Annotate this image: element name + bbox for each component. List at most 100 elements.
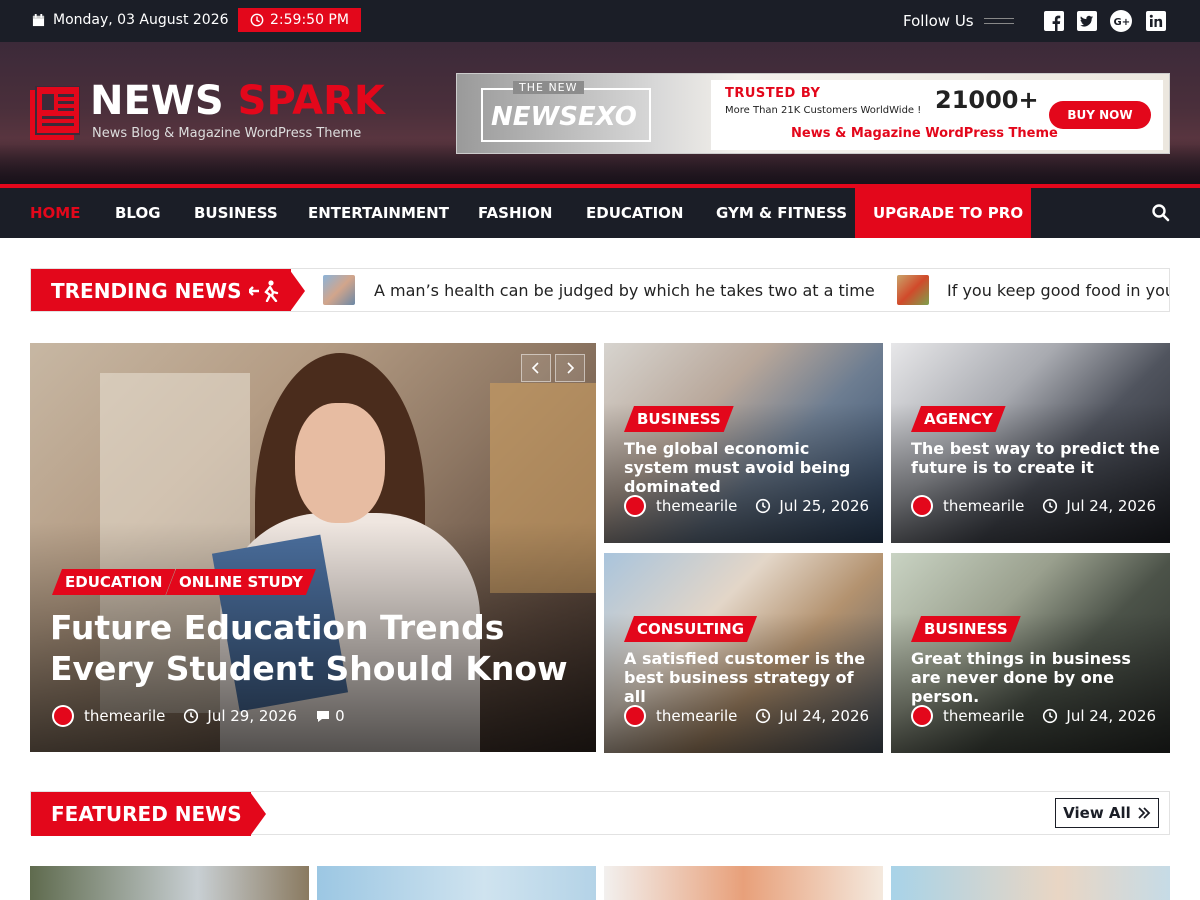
author-avatar[interactable]	[624, 495, 646, 517]
author-avatar[interactable]	[911, 495, 933, 517]
trending-item-1[interactable]: A man’s health can be judged by which he…	[374, 281, 875, 300]
current-date: Monday, 03 August 2026	[32, 12, 229, 28]
post-card-2[interactable]: AGENCY The best way to predict the futur…	[891, 343, 1170, 543]
clock-icon	[184, 708, 199, 724]
card-date[interactable]: Jul 24, 2026	[1066, 497, 1156, 515]
clock-icon	[1043, 498, 1058, 514]
site-header: NEWS SPARK News Blog & Magazine WordPres…	[0, 42, 1200, 188]
twitter-icon[interactable]	[1076, 10, 1098, 32]
trending-arrow	[289, 269, 305, 311]
slider-next-button[interactable]	[555, 354, 585, 382]
nav-item-gym-fitness[interactable]: GYM & FITNESS	[716, 188, 847, 238]
newspaper-logo-icon[interactable]	[30, 86, 80, 140]
nav-item-upgrade-pro[interactable]: UPGRADE TO PRO	[855, 188, 1031, 238]
site-tagline: News Blog & Magazine WordPress Theme	[92, 126, 362, 141]
slider-prev-button[interactable]	[521, 354, 551, 382]
hero-figure-face	[295, 403, 385, 523]
featured-label: FEATURED NEWS	[31, 792, 251, 836]
buy-now-button[interactable]: BUY NOW	[1049, 101, 1151, 129]
comment-icon	[317, 711, 330, 722]
card-author[interactable]: themearile	[943, 497, 1024, 515]
category-badge-education[interactable]: EDUCATION	[52, 569, 175, 595]
logo-word-news: NEWS	[90, 78, 224, 124]
hero-date[interactable]: Jul 29, 2026	[207, 707, 297, 725]
logo-word-spark: SPARK	[237, 78, 385, 124]
card-date[interactable]: Jul 24, 2026	[779, 707, 869, 725]
featured-news-header: FEATURED NEWS View All	[30, 791, 1170, 836]
card-meta: themearile Jul 24, 2026	[911, 705, 1156, 727]
hero-slide[interactable]: EDUCATION ONLINE STUDY Future Education …	[30, 343, 596, 752]
date-text: Monday, 03 August 2026	[53, 12, 229, 28]
trending-thumb-2[interactable]	[897, 275, 929, 305]
hero-author[interactable]: themearile	[84, 707, 165, 725]
facebook-icon[interactable]	[1043, 10, 1065, 32]
banner-trusted: TRUSTED BY	[725, 86, 821, 101]
post-card-1[interactable]: BUSINESS The global economic system must…	[604, 343, 883, 543]
clock-icon	[1043, 708, 1058, 724]
featured-image-4[interactable]	[891, 866, 1170, 900]
card-author[interactable]: themearile	[943, 707, 1024, 725]
author-avatar[interactable]	[911, 705, 933, 727]
nav-item-blog[interactable]: BLOG	[115, 188, 161, 238]
post-card-4[interactable]: BUSINESS Great things in business are ne…	[891, 553, 1170, 753]
trending-label: TRENDING NEWS	[31, 269, 291, 311]
view-all-label: View All	[1063, 804, 1131, 822]
featured-arrow	[250, 792, 266, 836]
clock-icon	[756, 498, 771, 514]
trending-ticker: TRENDING NEWS A man’s health can be judg…	[30, 268, 1170, 312]
linkedin-icon[interactable]	[1145, 10, 1167, 32]
clock-icon	[756, 708, 771, 724]
current-time: 2:59:50 PM	[238, 8, 361, 32]
site-logo[interactable]: NEWS SPARK	[90, 78, 385, 124]
featured-image-3[interactable]	[604, 866, 883, 900]
card-meta: themearile Jul 25, 2026	[624, 495, 869, 517]
featured-image-1[interactable]	[30, 866, 309, 900]
follow-label: Follow Us	[903, 12, 974, 30]
follow-us: Follow Us	[903, 12, 1014, 30]
search-icon[interactable]	[1151, 203, 1171, 223]
main-nav: HOME BLOG BUSINESS ENTERTAINMENT FASHION…	[0, 184, 1200, 238]
category-badge-agency[interactable]: AGENCY	[911, 406, 1006, 432]
category-badge-consulting[interactable]: CONSULTING	[624, 616, 757, 642]
author-avatar[interactable]	[52, 705, 74, 727]
card-author[interactable]: themearile	[656, 707, 737, 725]
card-date[interactable]: Jul 24, 2026	[1066, 707, 1156, 725]
top-bar: Monday, 03 August 2026 2:59:50 PM Follow…	[0, 0, 1200, 42]
nav-item-home[interactable]: HOME	[30, 188, 80, 238]
google-plus-icon[interactable]: G+	[1110, 10, 1132, 32]
category-badge-online-study[interactable]: ONLINE STUDY	[166, 569, 316, 595]
featured-image-2[interactable]	[317, 866, 596, 900]
trending-label-text: TRENDING NEWS	[51, 279, 242, 303]
card-title[interactable]: The global economic system must avoid be…	[624, 439, 874, 496]
banner-count: 21000+	[935, 86, 1039, 114]
post-card-3[interactable]: CONSULTING A satisfied customer is the b…	[604, 553, 883, 753]
hero-title[interactable]: Future Education Trends Every Student Sh…	[50, 607, 590, 689]
card-title[interactable]: Great things in business are never done …	[911, 649, 1161, 706]
trending-thumb-1[interactable]	[323, 275, 355, 305]
banner-customers: More Than 21K Customers WorldWide !	[725, 105, 922, 116]
hero-comments[interactable]: 0	[335, 707, 345, 725]
nav-item-business[interactable]: BUSINESS	[194, 188, 278, 238]
banner-subtitle: News & Magazine WordPress Theme	[791, 126, 1058, 141]
ad-banner[interactable]: THE NEW NEWSEXO TRUSTED BY More Than 21K…	[456, 73, 1170, 154]
banner-the-new: THE NEW	[513, 81, 584, 94]
clock-icon	[250, 13, 264, 27]
card-title[interactable]: The best way to predict the future is to…	[911, 439, 1161, 477]
nav-item-fashion[interactable]: FASHION	[478, 188, 552, 238]
nav-item-education[interactable]: EDUCATION	[586, 188, 683, 238]
category-badge-business[interactable]: BUSINESS	[911, 616, 1021, 642]
card-meta: themearile Jul 24, 2026	[624, 705, 869, 727]
view-all-button[interactable]: View All	[1055, 798, 1159, 828]
card-title[interactable]: A satisfied customer is the best busines…	[624, 649, 874, 706]
trending-item-2[interactable]: If you keep good food in you	[947, 281, 1169, 300]
card-date[interactable]: Jul 25, 2026	[779, 497, 869, 515]
banner-product-box: THE NEW NEWSEXO	[481, 81, 651, 142]
follow-divider	[983, 18, 1014, 24]
nav-item-entertainment[interactable]: ENTERTAINMENT	[308, 188, 449, 238]
category-badge-business[interactable]: BUSINESS	[624, 406, 734, 432]
card-author[interactable]: themearile	[656, 497, 737, 515]
banner-product-name: NEWSEXO	[491, 102, 637, 132]
time-text: 2:59:50 PM	[270, 12, 349, 28]
card-meta: themearile Jul 24, 2026	[911, 495, 1156, 517]
author-avatar[interactable]	[624, 705, 646, 727]
